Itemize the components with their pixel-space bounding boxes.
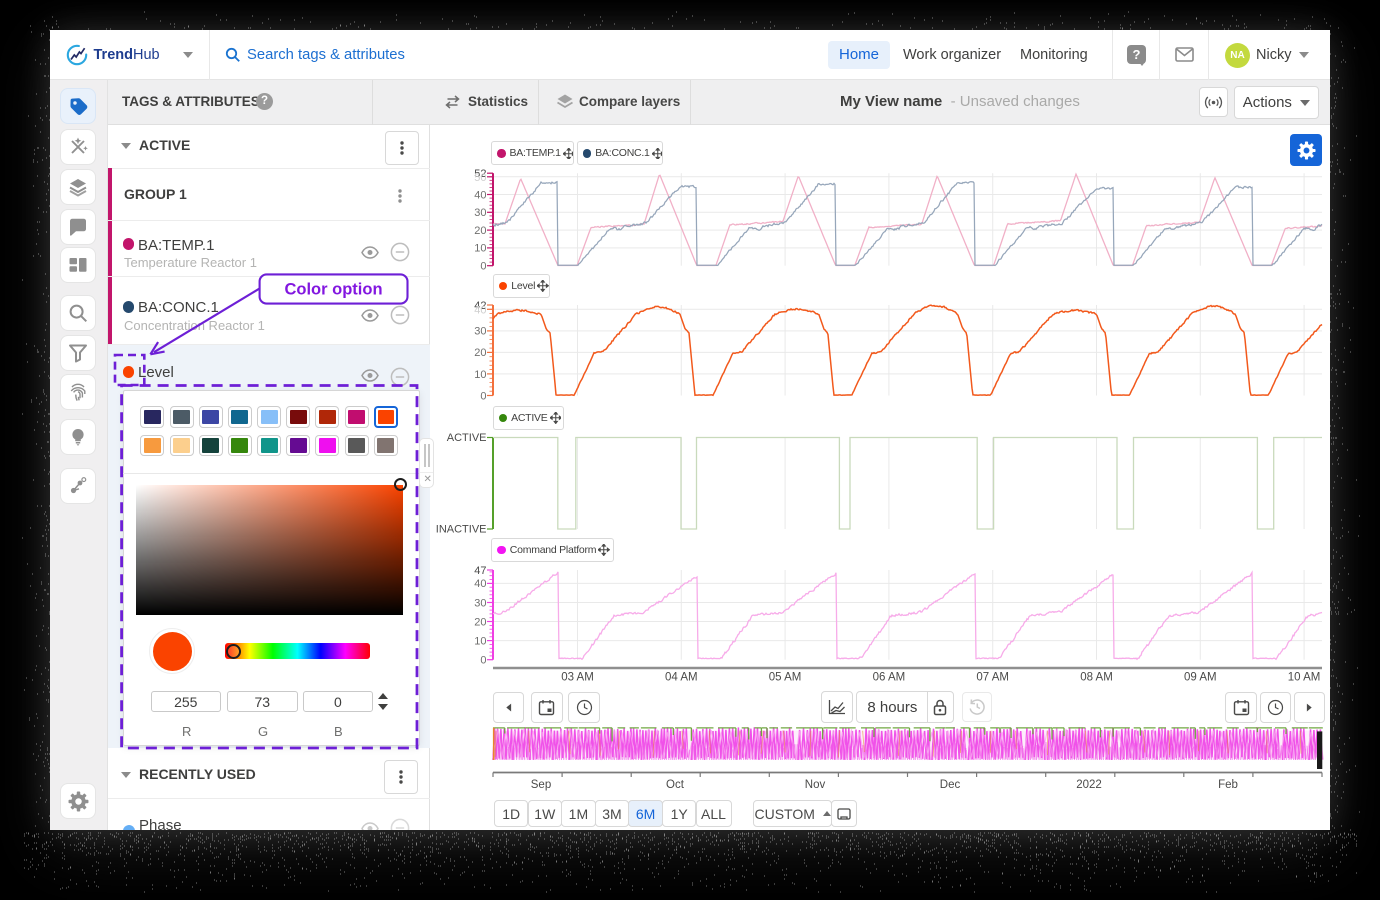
svg-text:47: 47 <box>474 565 486 577</box>
svg-text:09 AM: 09 AM <box>1184 672 1217 684</box>
svg-text:0: 0 <box>480 655 486 667</box>
svg-text:Nov: Nov <box>805 779 826 791</box>
svg-text:10: 10 <box>474 369 486 381</box>
svg-text:INACTIVE: INACTIVE <box>436 524 487 536</box>
svg-text:03 AM: 03 AM <box>561 672 594 684</box>
svg-text:08 AM: 08 AM <box>1080 672 1113 684</box>
svg-text:Dec: Dec <box>940 779 961 791</box>
svg-text:0: 0 <box>480 390 486 402</box>
svg-text:30: 30 <box>474 597 486 609</box>
svg-text:10: 10 <box>474 635 486 647</box>
svg-text:04 AM: 04 AM <box>665 672 698 684</box>
svg-text:05 AM: 05 AM <box>769 672 802 684</box>
svg-text:2022: 2022 <box>1076 779 1102 791</box>
svg-text:10 AM: 10 AM <box>1288 672 1321 684</box>
svg-text:40: 40 <box>474 305 486 317</box>
svg-text:Feb: Feb <box>1218 779 1238 791</box>
svg-text:30: 30 <box>474 326 486 338</box>
svg-text:Sep: Sep <box>531 779 551 791</box>
svg-text:10: 10 <box>474 243 486 255</box>
svg-text:Oct: Oct <box>666 779 685 791</box>
svg-text:20: 20 <box>474 347 486 359</box>
svg-text:06 AM: 06 AM <box>873 672 906 684</box>
svg-text:30: 30 <box>474 207 486 219</box>
svg-text:50: 50 <box>474 172 486 184</box>
svg-text:07 AM: 07 AM <box>976 672 1009 684</box>
svg-text:ACTIVE: ACTIVE <box>447 432 487 444</box>
svg-text:40: 40 <box>474 189 486 201</box>
svg-text:20: 20 <box>474 616 486 628</box>
svg-text:0: 0 <box>480 261 486 273</box>
svg-text:20: 20 <box>474 225 486 237</box>
svg-text:40: 40 <box>474 578 486 590</box>
